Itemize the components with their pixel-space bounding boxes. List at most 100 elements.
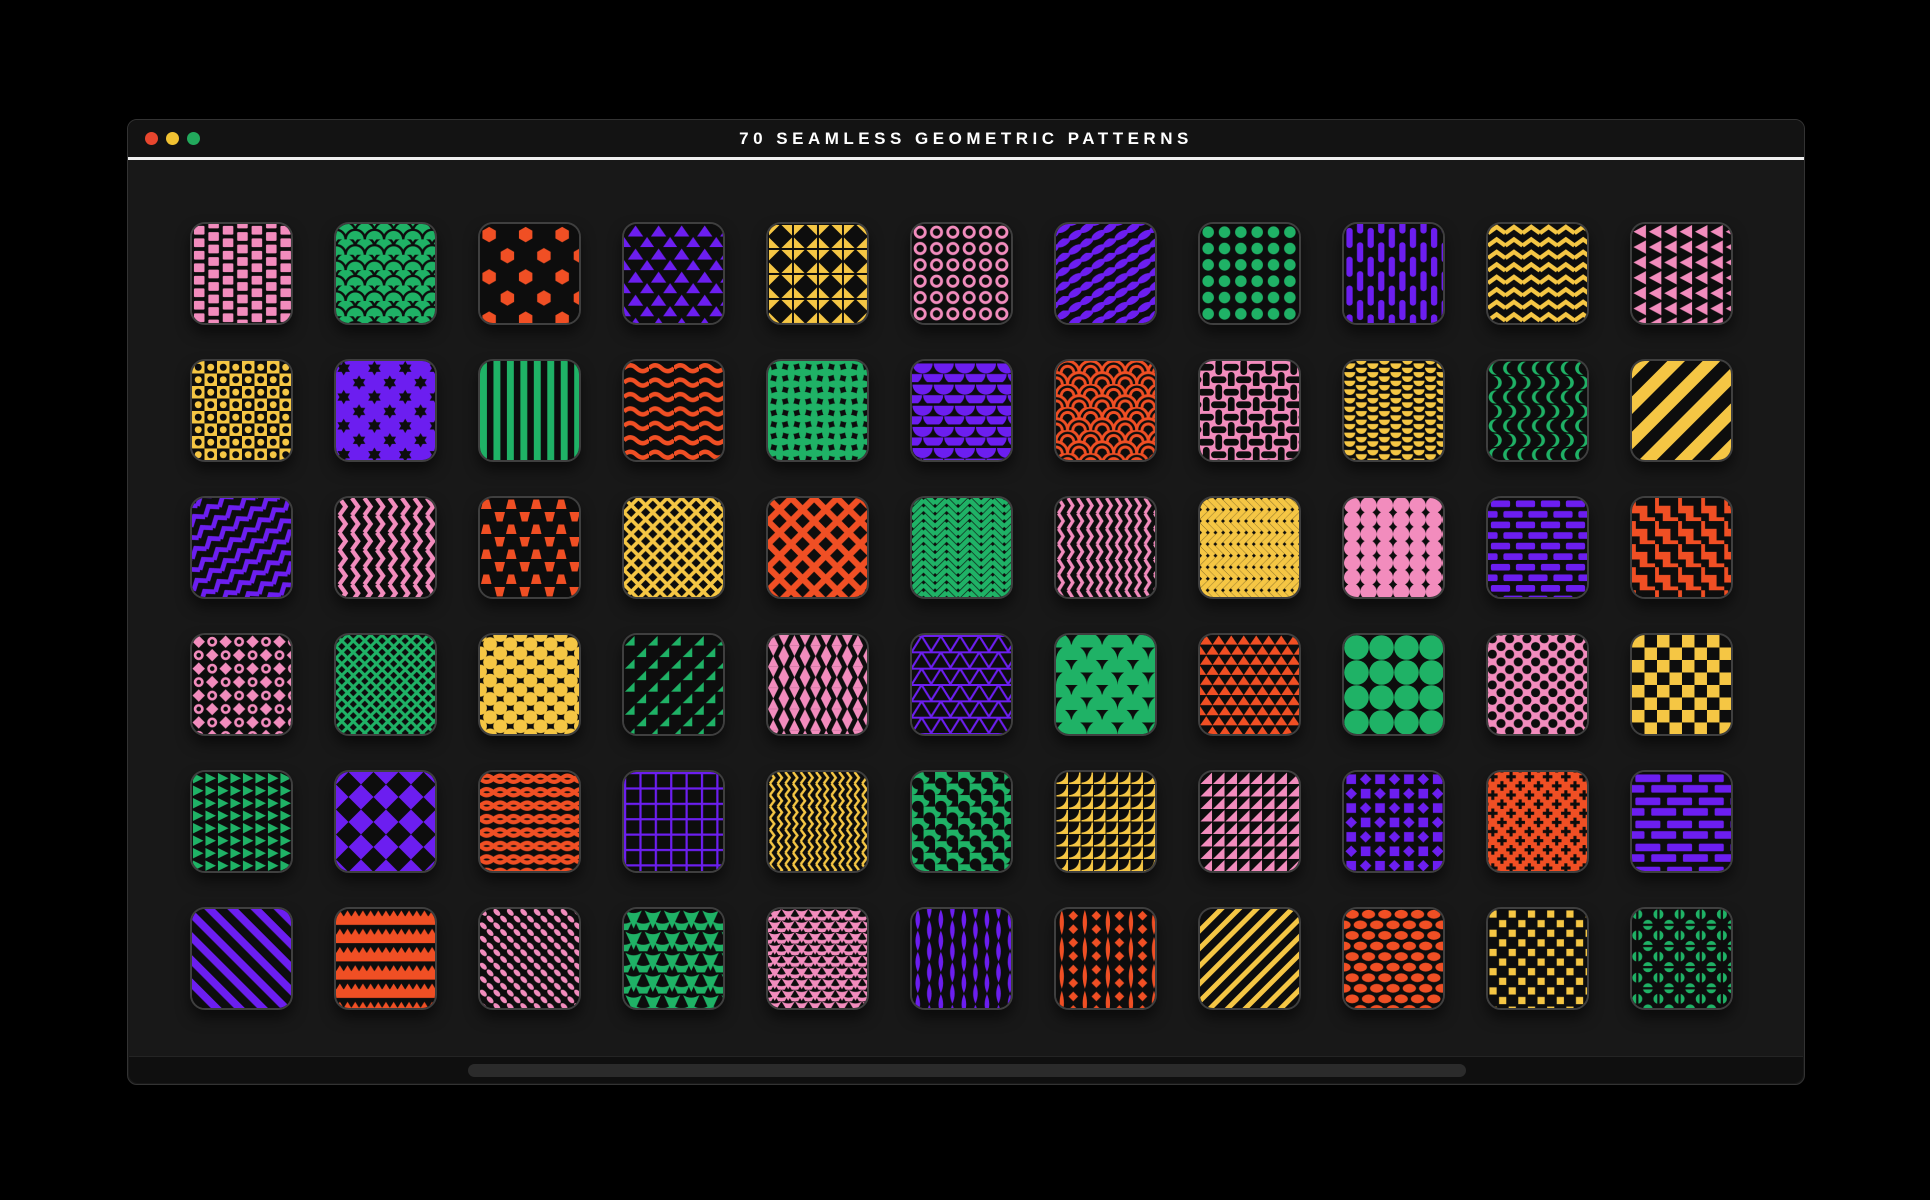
pattern-tile-zigzag-h[interactable] <box>1486 222 1589 325</box>
pattern-tile-lightning-diag[interactable] <box>190 496 293 599</box>
pattern-tile-wavy-diag[interactable] <box>1630 359 1733 462</box>
patterns-window: 70 SEAMLESS GEOMETRIC PATTERNS <box>127 119 1805 1085</box>
pattern-tile-checker[interactable] <box>1630 633 1733 736</box>
pattern-tile-half-square-tri[interactable] <box>1198 770 1301 873</box>
pattern-tile-bricks-vertical[interactable] <box>190 222 293 325</box>
pattern-tile-scales-large[interactable] <box>1054 633 1157 736</box>
pattern-tile-crosses[interactable] <box>1486 770 1589 873</box>
scrollbar-track[interactable] <box>129 1056 1803 1083</box>
pattern-tile-trapezoids[interactable] <box>478 496 581 599</box>
pattern-tile-dot-diagonal[interactable] <box>478 907 581 1010</box>
pattern-tile-wave-lens[interactable] <box>478 770 581 873</box>
pattern-tile-dots-grid[interactable] <box>1198 222 1301 325</box>
pattern-tile-scales-dense[interactable] <box>766 907 869 1010</box>
pattern-tile-squiggle-h[interactable] <box>622 359 725 462</box>
squares-offset-swatch <box>1488 909 1587 1008</box>
pattern-tile-dots-on-color[interactable] <box>1486 633 1589 736</box>
pattern-tile-triangles-up[interactable] <box>622 222 725 325</box>
stripes-diag-swatch <box>192 909 291 1008</box>
pattern-tile-harlequin[interactable] <box>334 770 437 873</box>
pattern-tile-petal-grid[interactable] <box>766 359 869 462</box>
pattern-tile-polka-big[interactable] <box>478 633 581 736</box>
triangles-up-swatch <box>624 224 723 323</box>
pattern-tile-bricks-h[interactable] <box>1486 496 1589 599</box>
pattern-tile-zigzag-v-thin[interactable] <box>1054 496 1157 599</box>
lattice-thin-swatch <box>336 635 435 734</box>
pattern-tile-stars[interactable] <box>334 359 437 462</box>
lightning-diag-swatch <box>192 498 291 597</box>
pattern-tile-hex-dots[interactable] <box>478 222 581 325</box>
pattern-tile-lattice-thin[interactable] <box>334 633 437 736</box>
quarter-fans-swatch <box>1056 772 1155 871</box>
pattern-tile-step-zigzag[interactable] <box>1630 496 1733 599</box>
tri-checker-swatch <box>768 635 867 734</box>
pattern-tile-herringbone-v[interactable] <box>910 496 1013 599</box>
pattern-tile-diamond-lattice[interactable] <box>766 496 869 599</box>
pattern-tile-spindle-diamonds[interactable] <box>1054 907 1157 1010</box>
pattern-tile-stripes-diag[interactable] <box>190 907 293 1010</box>
pattern-tile-crescents[interactable] <box>1486 359 1589 462</box>
pattern-tile-step-triangles[interactable] <box>622 633 725 736</box>
pattern-tile-stripes-diag-thin[interactable] <box>1198 907 1301 1010</box>
pattern-tile-squares-offset[interactable] <box>1486 907 1589 1010</box>
pattern-tile-rings[interactable] <box>910 222 1013 325</box>
pattern-tile-checker-dots[interactable] <box>190 359 293 462</box>
pattern-tile-circle-columns[interactable] <box>1342 496 1445 599</box>
pattern-tile-ovals-rows[interactable] <box>1342 907 1445 1010</box>
pattern-tile-half-circles[interactable] <box>910 359 1013 462</box>
pattern-tile-circles-touch[interactable] <box>1342 633 1445 736</box>
diag-leaves-swatch <box>1056 224 1155 323</box>
pattern-tile-circle-halves[interactable] <box>1630 907 1733 1010</box>
pattern-tile-x-lattice[interactable] <box>622 496 725 599</box>
pattern-tile-tri-mosaic[interactable] <box>766 222 869 325</box>
circle-columns-swatch <box>1344 498 1443 597</box>
teeth-rows-swatch <box>336 909 435 1008</box>
pattern-tile-zigzag-v-dense[interactable] <box>766 770 869 873</box>
pattern-tile-diamond-dots[interactable] <box>190 633 293 736</box>
step-zigzag-swatch <box>1632 498 1731 597</box>
pattern-tile-wave-checker[interactable] <box>910 770 1013 873</box>
pattern-tile-diag-leaves[interactable] <box>1054 222 1157 325</box>
bricks-large-swatch <box>1632 772 1731 871</box>
scales-large-swatch <box>1056 635 1155 734</box>
scrollbar-thumb[interactable] <box>468 1064 1466 1077</box>
squares-diamonds-swatch <box>1344 772 1443 871</box>
zoom-button[interactable] <box>187 132 200 145</box>
pattern-tile-squares-diamonds[interactable] <box>1342 770 1445 873</box>
scales-dense-swatch <box>768 909 867 1008</box>
pattern-tile-tri-rows-small[interactable] <box>1198 633 1301 736</box>
tri-rows-small-swatch <box>1200 635 1299 734</box>
wavy-diag-swatch <box>1632 361 1731 460</box>
pills-weave-swatch <box>1200 361 1299 460</box>
minimize-button[interactable] <box>166 132 179 145</box>
pattern-tile-tri-mesh[interactable] <box>910 633 1013 736</box>
close-button[interactable] <box>145 132 158 145</box>
zigzag-v-swatch <box>336 498 435 597</box>
pattern-tile-sails[interactable] <box>622 907 725 1010</box>
crescents-swatch <box>1488 361 1587 460</box>
pattern-tile-dashes-vertical[interactable] <box>1342 222 1445 325</box>
pattern-tile-quarter-fans[interactable] <box>1054 770 1157 873</box>
pattern-tile-zigzag-v[interactable] <box>334 496 437 599</box>
scallop-lines-swatch <box>1056 361 1155 460</box>
harlequin-swatch <box>336 772 435 871</box>
dot-diagonal-swatch <box>480 909 579 1008</box>
pattern-tile-arrows-left[interactable] <box>1630 222 1733 325</box>
bricks-vertical-swatch <box>192 224 291 323</box>
pattern-tile-bricks-large[interactable] <box>1630 770 1733 873</box>
squiggle-h-swatch <box>624 361 723 460</box>
pattern-tile-tri-checker[interactable] <box>766 633 869 736</box>
pattern-tile-scallop-lines[interactable] <box>1054 359 1157 462</box>
pattern-tile-scales[interactable] <box>334 222 437 325</box>
pattern-tile-stripes-v[interactable] <box>478 359 581 462</box>
window-title: 70 SEAMLESS GEOMETRIC PATTERNS <box>128 129 1804 149</box>
pattern-tile-lens-columns[interactable] <box>910 907 1013 1010</box>
pattern-tile-arrows-right[interactable] <box>190 770 293 873</box>
pattern-tile-pills-weave[interactable] <box>1198 359 1301 462</box>
zigzag-h-swatch <box>1488 224 1587 323</box>
diamond-dots-swatch <box>192 635 291 734</box>
pattern-tile-dome-columns[interactable] <box>1342 359 1445 462</box>
pattern-tile-grid-lines[interactable] <box>622 770 725 873</box>
pattern-tile-teeth-rows[interactable] <box>334 907 437 1010</box>
pattern-tile-chevron-rows[interactable] <box>1198 496 1301 599</box>
